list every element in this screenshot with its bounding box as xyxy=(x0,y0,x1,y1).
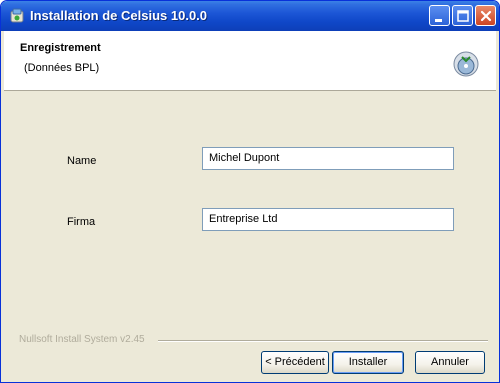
title-bar[interactable]: Installation de Celsius 10.0.0 xyxy=(1,1,499,31)
previous-button[interactable]: < Précédent xyxy=(261,351,329,374)
installer-app-icon xyxy=(9,8,25,24)
maximize-button[interactable] xyxy=(452,5,473,26)
minimize-button[interactable] xyxy=(429,5,450,26)
branding-text: Nullsoft Install System v2.45 xyxy=(19,334,145,345)
firma-field[interactable]: Entreprise Ltd xyxy=(202,208,454,231)
installer-window: Installation de Celsius 10.0.0 Enregistr… xyxy=(0,0,500,383)
footer-divider xyxy=(158,340,488,342)
page-subtitle: (Données BPL) xyxy=(24,62,100,74)
minimize-icon xyxy=(435,19,442,22)
cancel-button[interactable]: Annuler xyxy=(415,351,485,374)
page-header: Enregistrement (Données BPL) xyxy=(4,31,496,91)
name-label: Name xyxy=(67,155,97,167)
close-button[interactable] xyxy=(475,5,496,26)
close-icon xyxy=(480,10,492,22)
install-button[interactable]: Installer xyxy=(332,351,404,374)
firma-label: Firma xyxy=(67,216,96,228)
page-title: Enregistrement xyxy=(20,42,101,54)
setup-disk-icon xyxy=(452,50,480,78)
maximize-icon xyxy=(457,10,469,22)
name-field[interactable]: Michel Dupont xyxy=(202,147,454,170)
window-title: Installation de Celsius 10.0.0 xyxy=(30,8,208,23)
